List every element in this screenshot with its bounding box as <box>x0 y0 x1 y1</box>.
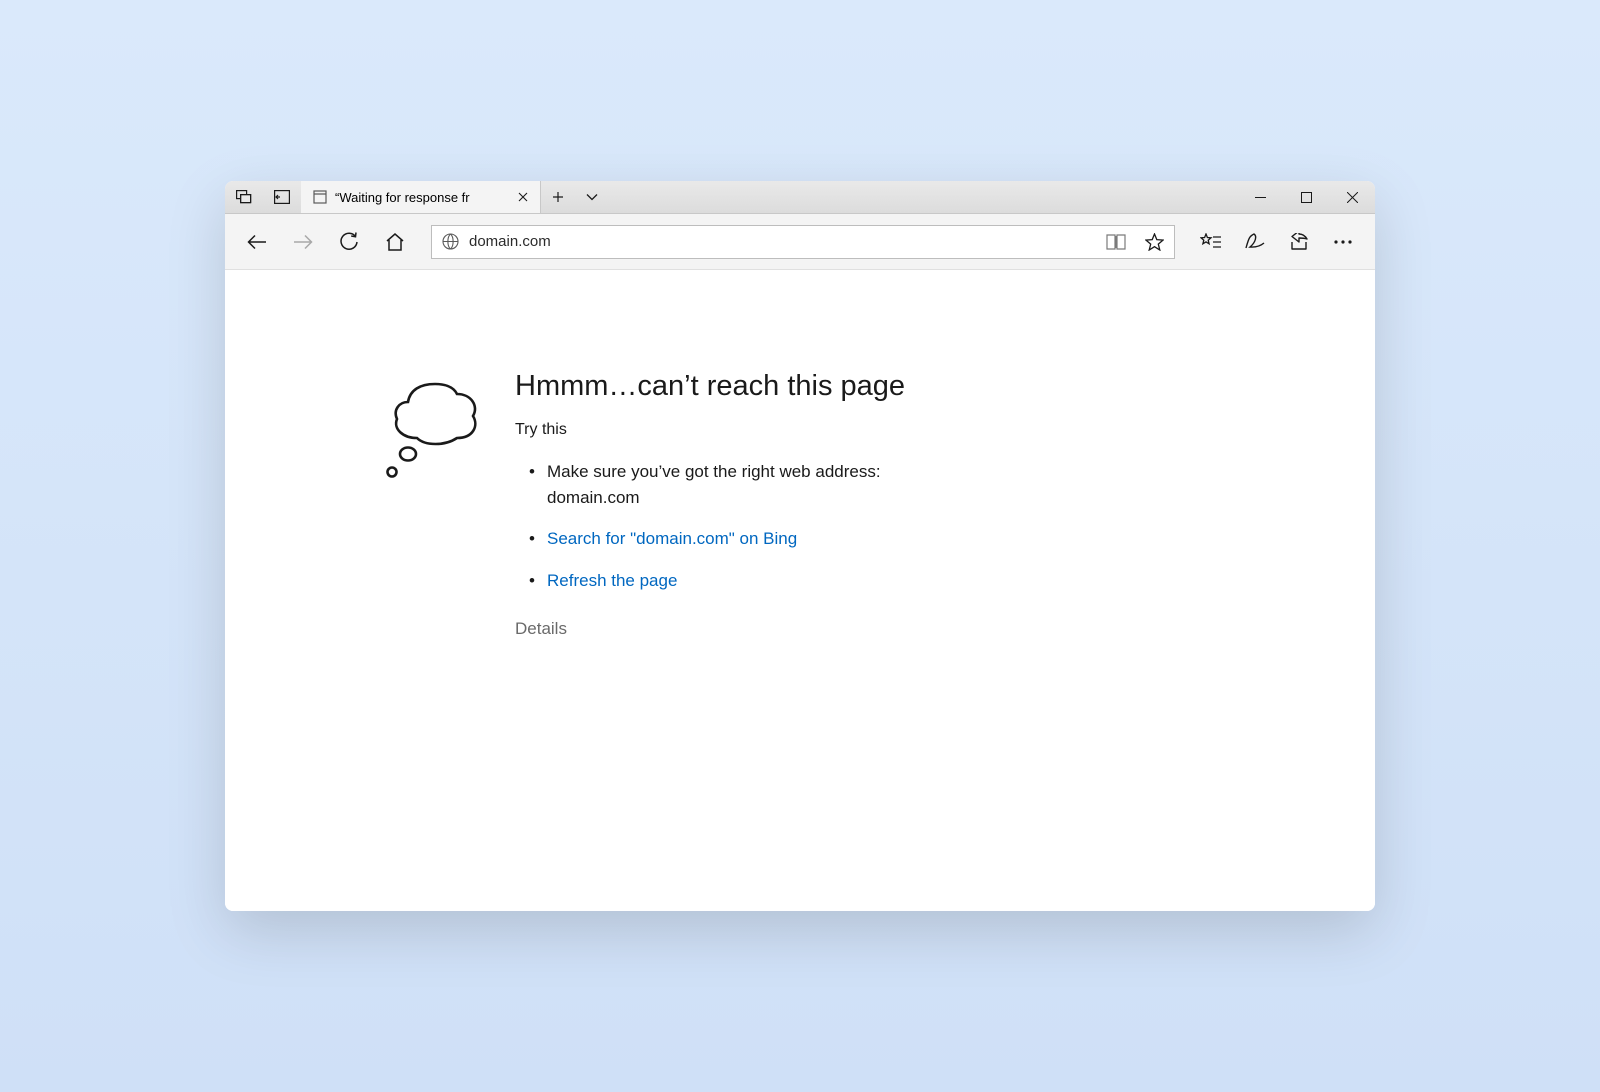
error-illustration <box>305 370 485 871</box>
arrow-right-icon <box>293 234 313 250</box>
site-info-button[interactable] <box>442 233 459 250</box>
home-button[interactable] <box>375 222 415 262</box>
plus-icon <box>552 191 564 203</box>
refresh-icon <box>340 232 358 252</box>
new-tab-button[interactable] <box>541 181 575 213</box>
pen-icon <box>1245 233 1265 251</box>
window-controls <box>1237 181 1375 213</box>
suggestion-refresh: Refresh the page <box>529 568 975 594</box>
favorites-list-button[interactable] <box>1191 222 1231 262</box>
favorite-button[interactable] <box>1140 228 1168 256</box>
thought-bubble-icon <box>375 376 485 481</box>
more-icon <box>1334 240 1352 244</box>
share-button[interactable] <box>1279 222 1319 262</box>
arrow-left-icon <box>247 234 267 250</box>
globe-icon <box>442 233 459 250</box>
set-aside-icon <box>274 190 290 204</box>
nav-bar <box>225 214 1375 270</box>
tab-preview-icon <box>236 190 252 204</box>
error-suggestions: Make sure you’ve got the right web addre… <box>529 459 975 593</box>
details-toggle[interactable]: Details <box>515 619 975 639</box>
address-bar[interactable] <box>431 225 1175 259</box>
settings-button[interactable] <box>1323 222 1363 262</box>
maximize-icon <box>1301 192 1312 203</box>
toolbar-right <box>1191 222 1363 262</box>
set-tabs-aside-button[interactable] <box>263 181 301 213</box>
tab-bar-spacer <box>609 181 1237 213</box>
url-input[interactable] <box>469 233 1092 250</box>
back-button[interactable] <box>237 222 277 262</box>
page-content: Hmmm…can’t reach this page Try this Make… <box>225 270 1375 911</box>
tab-title: “Waiting for response fr <box>335 190 508 205</box>
chevron-down-icon <box>586 193 598 201</box>
reading-view-icon <box>1106 234 1126 250</box>
minimize-button[interactable] <box>1237 181 1283 213</box>
close-icon <box>1347 192 1358 203</box>
close-icon <box>518 192 528 202</box>
forward-button[interactable] <box>283 222 323 262</box>
tab-close-button[interactable] <box>516 190 530 204</box>
error-message: Hmmm…can’t reach this page Try this Make… <box>515 370 975 871</box>
suggestion-text: Make sure you’ve got the right web addre… <box>547 462 881 507</box>
refresh-button[interactable] <box>329 222 369 262</box>
suggestion-search: Search for "domain.com" on Bing <box>529 526 975 552</box>
search-bing-link[interactable]: Search for "domain.com" on Bing <box>547 529 797 548</box>
tab-active[interactable]: “Waiting for response fr <box>301 181 541 213</box>
error-subheading: Try this <box>515 421 975 439</box>
favorites-list-icon <box>1200 233 1222 251</box>
page-icon <box>313 190 327 204</box>
star-icon <box>1145 233 1164 251</box>
tab-bar: “Waiting for response fr <box>225 181 1375 214</box>
notes-button[interactable] <box>1235 222 1275 262</box>
error-heading: Hmmm…can’t reach this page <box>515 370 975 403</box>
home-icon <box>385 233 405 251</box>
minimize-icon <box>1255 192 1266 203</box>
suggestion-address: Make sure you’ve got the right web addre… <box>529 459 975 510</box>
share-icon <box>1289 233 1309 251</box>
browser-window: “Waiting for response fr <box>225 181 1375 911</box>
close-window-button[interactable] <box>1329 181 1375 213</box>
reading-view-button[interactable] <box>1102 228 1130 256</box>
refresh-page-link[interactable]: Refresh the page <box>547 571 677 590</box>
maximize-button[interactable] <box>1283 181 1329 213</box>
tab-preview-button[interactable] <box>225 181 263 213</box>
tab-list-button[interactable] <box>575 181 609 213</box>
